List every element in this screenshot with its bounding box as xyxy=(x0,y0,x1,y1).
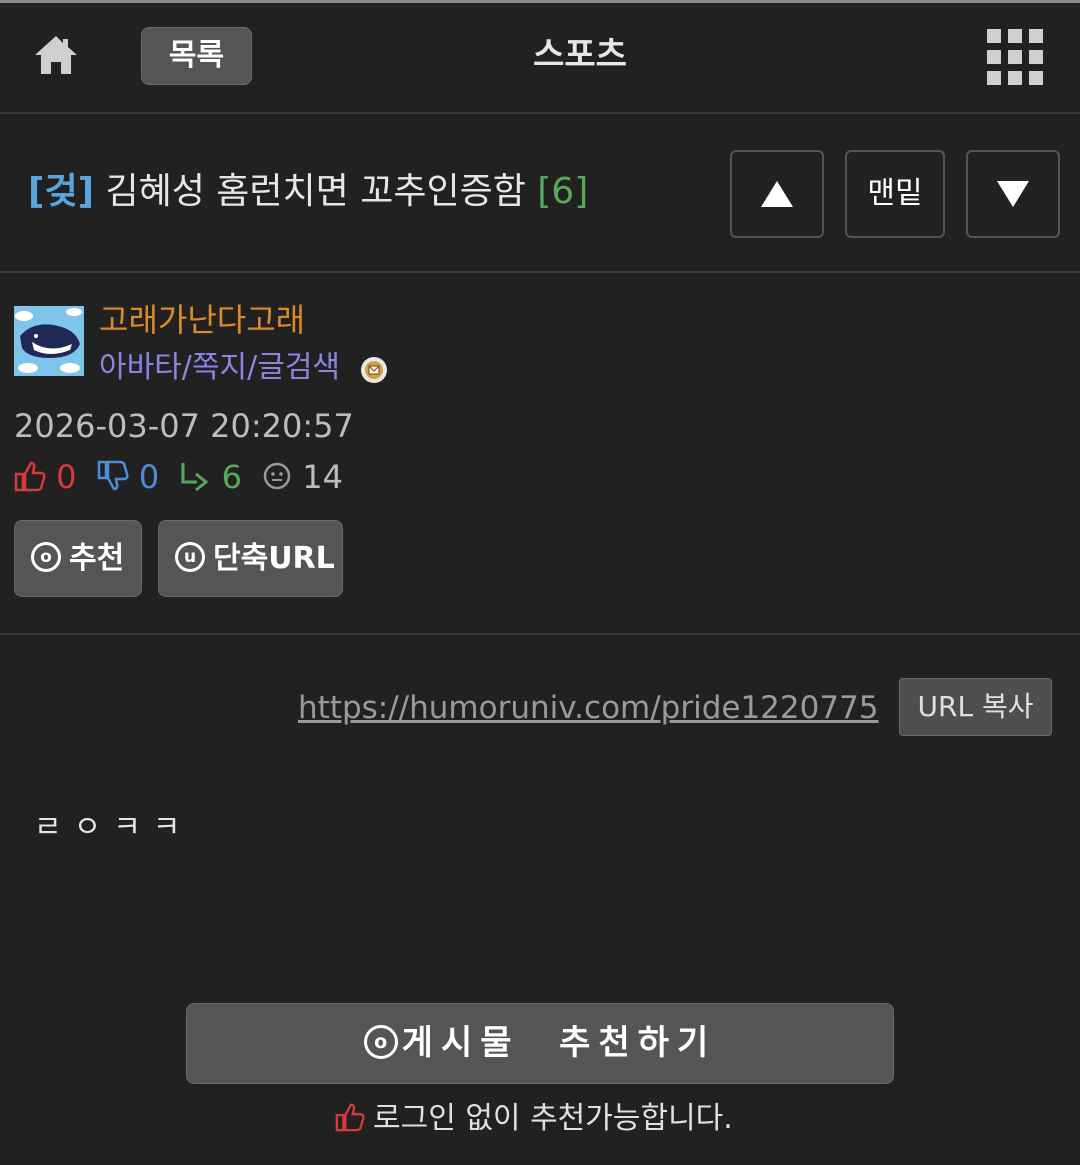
view-stat: 14 xyxy=(262,457,343,497)
header-bar: 목록 스포츠 xyxy=(0,3,1080,114)
post-title: [겆] 김혜성 홈런치면 꼬추인증함 [6] xyxy=(28,166,588,218)
home-icon[interactable] xyxy=(34,33,78,77)
author-section: 고래가난다고래 아바타/쪽지/글검색 2026-03-07 20:20:57 0… xyxy=(0,275,1080,635)
post-title-bar: [겆] 김혜성 홈런치면 꼬추인증함 [6] 맨밑 xyxy=(0,116,1080,273)
recommend-note-text: 로그인 없이 추천가능합니다. xyxy=(373,1101,733,1136)
recommend-note: 로그인 없이 추천가능합니다. xyxy=(335,1097,733,1141)
recommend-circle-icon: o xyxy=(363,1024,398,1059)
scroll-up-button[interactable] xyxy=(730,150,824,238)
post-url-link[interactable]: https://humoruniv.com/pride1220775 xyxy=(298,686,879,730)
recommend-label: 추천 xyxy=(69,541,125,576)
author-nickname[interactable]: 고래가난다고래 xyxy=(99,299,305,341)
arrow-up-icon xyxy=(761,181,793,207)
short-url-circle-icon: u xyxy=(175,541,205,572)
post-datetime: 2026-03-07 20:20:57 xyxy=(14,407,354,445)
downvote-count: 0 xyxy=(138,458,160,496)
recommend-circle-icon: o xyxy=(31,541,61,572)
reply-stat: 6 xyxy=(179,457,242,497)
upvote-count: 0 xyxy=(56,458,77,496)
grid-menu-icon[interactable] xyxy=(986,28,1044,86)
post-stats: 0 0 6 14 xyxy=(14,457,353,497)
thumbs-up-icon xyxy=(335,1103,365,1131)
scroll-bottom-button[interactable]: 맨밑 xyxy=(845,150,945,238)
author-links[interactable]: 아바타/쪽지/글검색 xyxy=(99,347,340,389)
avatar[interactable] xyxy=(14,306,84,376)
comment-count[interactable]: [6] xyxy=(537,171,588,212)
view-count: 14 xyxy=(302,458,343,496)
thumbs-down-icon xyxy=(97,460,129,491)
scroll-down-button[interactable] xyxy=(966,150,1060,238)
arrow-down-icon xyxy=(997,181,1029,207)
list-button[interactable]: 목록 xyxy=(141,27,252,85)
reply-count: 6 xyxy=(221,458,242,496)
short-url-label: 단축URL xyxy=(213,541,335,576)
copy-url-button[interactable]: URL 복사 xyxy=(899,678,1052,736)
thumbs-up-icon xyxy=(14,461,46,492)
recommend-button[interactable]: o 추천 xyxy=(14,520,142,597)
recommend-post-button[interactable]: o 게시물 추천하기 xyxy=(186,1003,894,1084)
section-title: 스포츠 xyxy=(533,35,627,75)
short-url-button[interactable]: u 단축URL xyxy=(158,520,343,597)
upvote-stat: 0 xyxy=(14,457,77,497)
letter-badge-icon xyxy=(360,356,388,384)
post-content: ㄹㅇㅋㅋ xyxy=(34,810,193,845)
reply-arrow-icon xyxy=(181,463,209,492)
face-icon xyxy=(263,462,291,490)
post-category: [겆] xyxy=(28,171,95,212)
recommend-post-label: 게시물 추천하기 xyxy=(401,1023,717,1063)
downvote-stat: 0 xyxy=(97,457,160,497)
post-title-text: 김혜성 홈런치면 꼬추인증함 xyxy=(105,171,526,212)
